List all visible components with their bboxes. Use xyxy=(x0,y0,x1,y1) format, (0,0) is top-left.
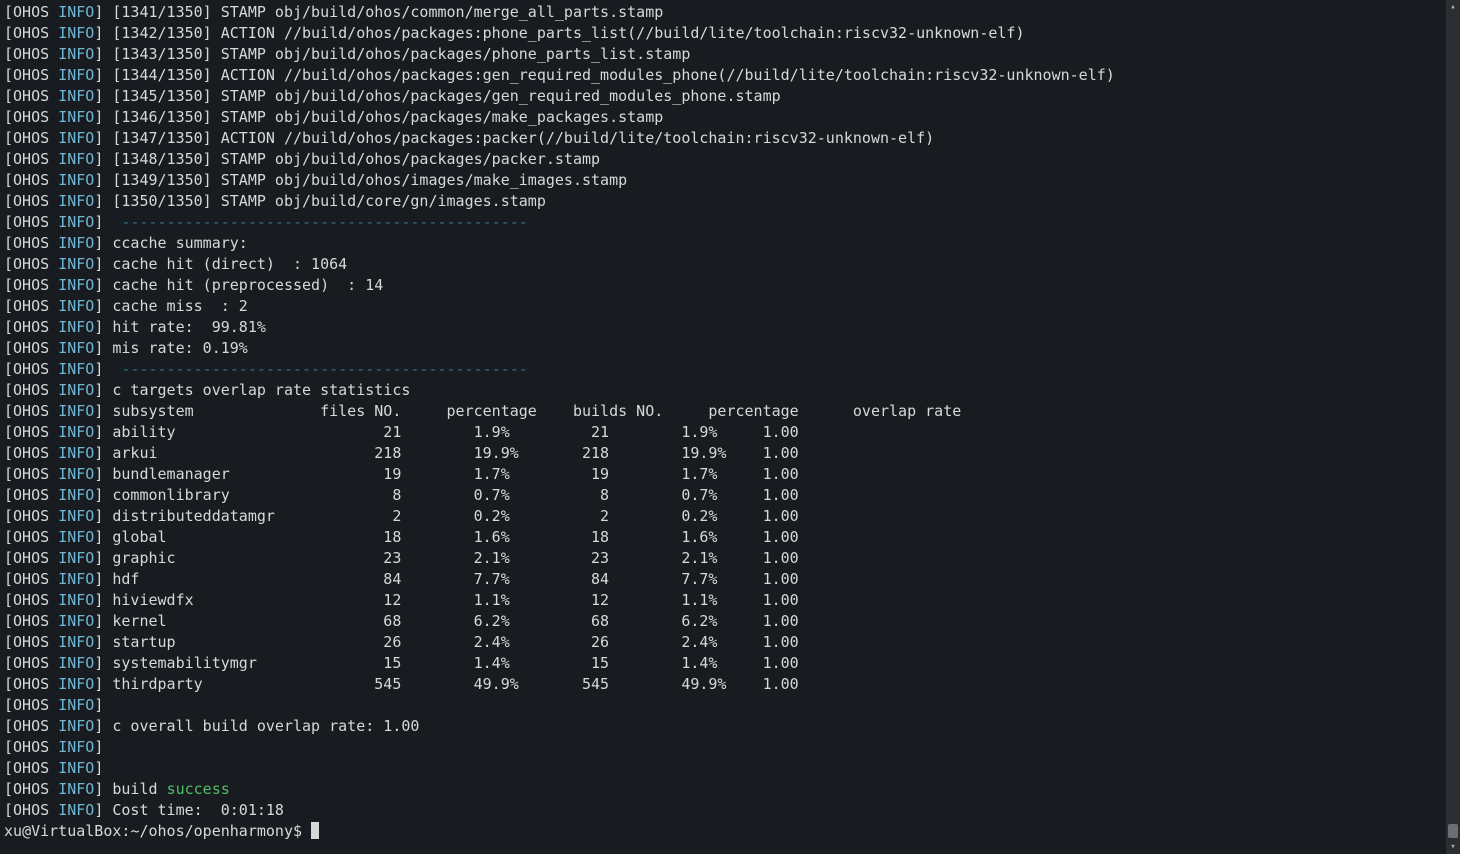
log-line: [OHOS INFO] arkui 218 19.9% 218 19.9% 1.… xyxy=(4,443,1456,464)
log-line: [OHOS INFO] [1341/1350] STAMP obj/build/… xyxy=(4,2,1456,23)
log-line: [OHOS INFO] c overall build overlap rate… xyxy=(4,716,1456,737)
log-line: [OHOS INFO] distributeddatamgr 2 0.2% 2 … xyxy=(4,506,1456,527)
log-line: [OHOS INFO] cache hit (preprocessed) : 1… xyxy=(4,275,1456,296)
prompt-line[interactable]: xu@VirtualBox:~/ohos/openharmony$ xyxy=(4,821,1456,842)
log-line: [OHOS INFO] [1343/1350] STAMP obj/build/… xyxy=(4,44,1456,65)
success-word: success xyxy=(167,780,230,798)
scrollbar-up-button[interactable]: ▴ xyxy=(1446,0,1460,14)
log-line: [OHOS INFO] startup 26 2.4% 26 2.4% 1.00 xyxy=(4,632,1456,653)
log-line: [OHOS INFO] graphic 23 2.1% 23 2.1% 1.00 xyxy=(4,548,1456,569)
log-line: [OHOS INFO] bundlemanager 19 1.7% 19 1.7… xyxy=(4,464,1456,485)
log-line: [OHOS INFO] [1345/1350] STAMP obj/build/… xyxy=(4,86,1456,107)
terminal-output[interactable]: [OHOS INFO] [1341/1350] STAMP obj/build/… xyxy=(0,0,1460,844)
log-line: [OHOS INFO] ----------------------------… xyxy=(4,212,1456,233)
log-line: [OHOS INFO] global 18 1.6% 18 1.6% 1.00 xyxy=(4,527,1456,548)
build-status-line: [OHOS INFO] build success xyxy=(4,779,1456,800)
log-line: [OHOS INFO] [1342/1350] ACTION //build/o… xyxy=(4,23,1456,44)
log-line: [OHOS INFO] ccache summary: xyxy=(4,233,1456,254)
log-line: [OHOS INFO] xyxy=(4,758,1456,779)
log-line: [OHOS INFO] systemabilitymgr 15 1.4% 15 … xyxy=(4,653,1456,674)
log-line: [OHOS INFO] [1348/1350] STAMP obj/build/… xyxy=(4,149,1456,170)
log-line: [OHOS INFO] xyxy=(4,737,1456,758)
log-line: [OHOS INFO] [1344/1350] ACTION //build/o… xyxy=(4,65,1456,86)
log-line: [OHOS INFO] cache miss : 2 xyxy=(4,296,1456,317)
log-line: [OHOS INFO] xyxy=(4,695,1456,716)
log-line: [OHOS INFO] commonlibrary 8 0.7% 8 0.7% … xyxy=(4,485,1456,506)
log-line: [OHOS INFO] kernel 68 6.2% 68 6.2% 1.00 xyxy=(4,611,1456,632)
log-line: [OHOS INFO] [1346/1350] STAMP obj/build/… xyxy=(4,107,1456,128)
log-line: [OHOS INFO] c targets overlap rate stati… xyxy=(4,380,1456,401)
scrollbar-down-button[interactable]: ▾ xyxy=(1446,840,1460,854)
log-line: [OHOS INFO] cache hit (direct) : 1064 xyxy=(4,254,1456,275)
log-line: [OHOS INFO] Cost time: 0:01:18 xyxy=(4,800,1456,821)
log-line: [OHOS INFO] ability 21 1.9% 21 1.9% 1.00 xyxy=(4,422,1456,443)
log-line: [OHOS INFO] thirdparty 545 49.9% 545 49.… xyxy=(4,674,1456,695)
log-line: [OHOS INFO] mis rate: 0.19% xyxy=(4,338,1456,359)
scrollbar-track[interactable]: ▴ ▾ xyxy=(1446,0,1460,854)
log-line: [OHOS INFO] hiviewdfx 12 1.1% 12 1.1% 1.… xyxy=(4,590,1456,611)
log-line: [OHOS INFO] hdf 84 7.7% 84 7.7% 1.00 xyxy=(4,569,1456,590)
log-line: [OHOS INFO] subsystem files NO. percenta… xyxy=(4,401,1456,422)
cursor xyxy=(311,822,319,839)
log-line: [OHOS INFO] [1347/1350] ACTION //build/o… xyxy=(4,128,1456,149)
log-line: [OHOS INFO] hit rate: 99.81% xyxy=(4,317,1456,338)
log-line: [OHOS INFO] [1350/1350] STAMP obj/build/… xyxy=(4,191,1456,212)
log-line: [OHOS INFO] ----------------------------… xyxy=(4,359,1456,380)
log-line: [OHOS INFO] [1349/1350] STAMP obj/build/… xyxy=(4,170,1456,191)
